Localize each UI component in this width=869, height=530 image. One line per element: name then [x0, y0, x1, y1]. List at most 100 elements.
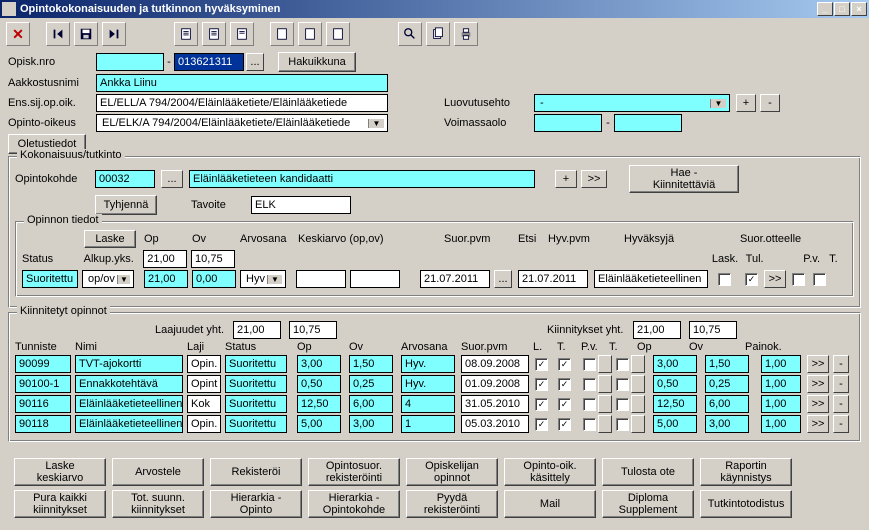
- suorpvm-field[interactable]: 21.07.2011: [420, 270, 490, 288]
- row-remove[interactable]: -: [833, 415, 849, 433]
- tool-last-icon[interactable]: [102, 22, 126, 46]
- hakuikkuna-button[interactable]: Hakuikkuna: [278, 52, 356, 72]
- lask-check[interactable]: [718, 273, 731, 286]
- cell-status[interactable]: Suoritettu: [225, 415, 287, 433]
- cell-nimi[interactable]: TVT-ajokortti: [75, 355, 183, 373]
- cell-status[interactable]: Suoritettu: [225, 395, 287, 413]
- cell-tunniste[interactable]: 90099: [15, 355, 71, 373]
- aakkostusnimi-field[interactable]: Ankka Liinu: [96, 74, 388, 92]
- cell-kop[interactable]: 3,00: [653, 355, 697, 373]
- row-t2-btn[interactable]: [631, 395, 645, 413]
- row-pv-check[interactable]: [583, 378, 596, 391]
- tul-check[interactable]: ✓: [745, 273, 758, 286]
- cell-painok[interactable]: 1,00: [761, 395, 801, 413]
- row-next[interactable]: >>: [807, 355, 829, 373]
- tool-doc2-icon[interactable]: [202, 22, 226, 46]
- cell-painok[interactable]: 1,00: [761, 375, 801, 393]
- arvosana-select[interactable]: Hyv▼: [240, 270, 286, 288]
- row-pv-btn[interactable]: [598, 375, 612, 393]
- voimassa-to[interactable]: [614, 114, 682, 132]
- maximize-button[interactable]: □: [834, 2, 850, 16]
- cell-status[interactable]: Suoritettu: [225, 375, 287, 393]
- opov-select[interactable]: op/ov▼: [82, 270, 134, 288]
- opisk-nro-left[interactable]: [96, 53, 164, 71]
- cell-op[interactable]: 12,50: [297, 395, 341, 413]
- opisk-nro-code[interactable]: 013621311: [174, 53, 244, 71]
- print-icon[interactable]: [454, 22, 478, 46]
- cell-ov[interactable]: 0,25: [349, 375, 393, 393]
- row-pv-check[interactable]: [583, 358, 596, 371]
- cell-kov[interactable]: 0,25: [705, 375, 749, 393]
- row-remove[interactable]: -: [833, 395, 849, 413]
- luovutusehto-select[interactable]: -▼: [534, 94, 730, 112]
- cell-nimi[interactable]: Eläinlääketieteellinen: [75, 395, 183, 413]
- footer-button[interactable]: Tot. suunn. kiinnitykset: [112, 490, 204, 518]
- luovutus-minus[interactable]: -: [760, 94, 780, 112]
- footer-button[interactable]: Mail: [504, 490, 596, 518]
- search-icon[interactable]: [398, 22, 422, 46]
- cell-tunniste[interactable]: 90116: [15, 395, 71, 413]
- row-t-check[interactable]: ✓: [558, 358, 571, 371]
- footer-button[interactable]: Tulosta ote: [602, 458, 694, 486]
- ov-field[interactable]: 10,75: [191, 250, 235, 268]
- tool-doc3-icon[interactable]: [230, 22, 254, 46]
- row-pv-check[interactable]: [583, 398, 596, 411]
- cell-nimi[interactable]: Eläinlääketieteellinen: [75, 415, 183, 433]
- cell-painok[interactable]: 1,00: [761, 355, 801, 373]
- cell-op[interactable]: 5,00: [297, 415, 341, 433]
- keskiarvo-op[interactable]: [296, 270, 346, 288]
- cell-tunniste[interactable]: 90100-1: [15, 375, 71, 393]
- cell-laji[interactable]: Opin.: [187, 415, 221, 433]
- cell-laji[interactable]: Kok: [187, 395, 221, 413]
- ott-next[interactable]: >>: [764, 270, 786, 288]
- cell-suorpvm[interactable]: 01.09.2008: [461, 375, 529, 393]
- footer-button[interactable]: Arvostele: [112, 458, 204, 486]
- voimassa-from[interactable]: [534, 114, 602, 132]
- cell-op[interactable]: 3,00: [297, 355, 341, 373]
- hyvpvm-field[interactable]: 21.07.2011: [518, 270, 588, 288]
- row-next[interactable]: >>: [807, 395, 829, 413]
- footer-button[interactable]: Opiskelijan opinnot: [406, 458, 498, 486]
- row-t2-btn[interactable]: [631, 375, 645, 393]
- op-field[interactable]: 21,00: [143, 250, 187, 268]
- cell-ov[interactable]: 3,00: [349, 415, 393, 433]
- row-pv-check[interactable]: [583, 418, 596, 431]
- tool-doc1-icon[interactable]: [174, 22, 198, 46]
- row-t2-btn[interactable]: [631, 415, 645, 433]
- cell-ov[interactable]: 1,50: [349, 355, 393, 373]
- nro-picker[interactable]: ...: [246, 53, 264, 71]
- copy-icon[interactable]: [426, 22, 450, 46]
- cell-kov[interactable]: 6,00: [705, 395, 749, 413]
- row-t-check[interactable]: ✓: [558, 378, 571, 391]
- cancel-icon[interactable]: ✕: [6, 22, 30, 46]
- tool-doc4-icon[interactable]: [270, 22, 294, 46]
- row-pv-btn[interactable]: [598, 415, 612, 433]
- cell-op[interactable]: 0,50: [297, 375, 341, 393]
- close-button[interactable]: ×: [851, 2, 867, 16]
- footer-button[interactable]: Laske keskiarvo: [14, 458, 106, 486]
- row-t-check[interactable]: ✓: [558, 418, 571, 431]
- footer-button[interactable]: Opintosuor. rekisteröinti: [308, 458, 400, 486]
- row-t2-btn[interactable]: [631, 355, 645, 373]
- row-remove[interactable]: -: [833, 375, 849, 393]
- footer-button[interactable]: Hierarkia - Opinto: [210, 490, 302, 518]
- opintokohde-code[interactable]: 00032: [95, 170, 155, 188]
- row-l-check[interactable]: ✓: [535, 398, 548, 411]
- row-pv-btn[interactable]: [598, 355, 612, 373]
- cell-laji[interactable]: Opin.: [187, 355, 221, 373]
- cell-tunniste[interactable]: 90118: [15, 415, 71, 433]
- row-t2-check[interactable]: [616, 378, 629, 391]
- pv-check[interactable]: [792, 273, 805, 286]
- op-field2[interactable]: 21,00: [144, 270, 188, 288]
- row-next[interactable]: >>: [807, 415, 829, 433]
- keskiarvo-ov[interactable]: [350, 270, 400, 288]
- laske-button[interactable]: Laske: [84, 230, 136, 248]
- cell-nimi[interactable]: Ennakkotehtävä: [75, 375, 183, 393]
- cell-arvosana[interactable]: 1: [401, 415, 455, 433]
- kokonaisuus-plus[interactable]: +: [555, 170, 577, 188]
- footer-button[interactable]: Rekisteröi: [210, 458, 302, 486]
- row-t-check[interactable]: ✓: [558, 398, 571, 411]
- cell-status[interactable]: Suoritettu: [225, 355, 287, 373]
- row-pv-btn[interactable]: [598, 395, 612, 413]
- footer-button[interactable]: Pura kaikki kiinnitykset: [14, 490, 106, 518]
